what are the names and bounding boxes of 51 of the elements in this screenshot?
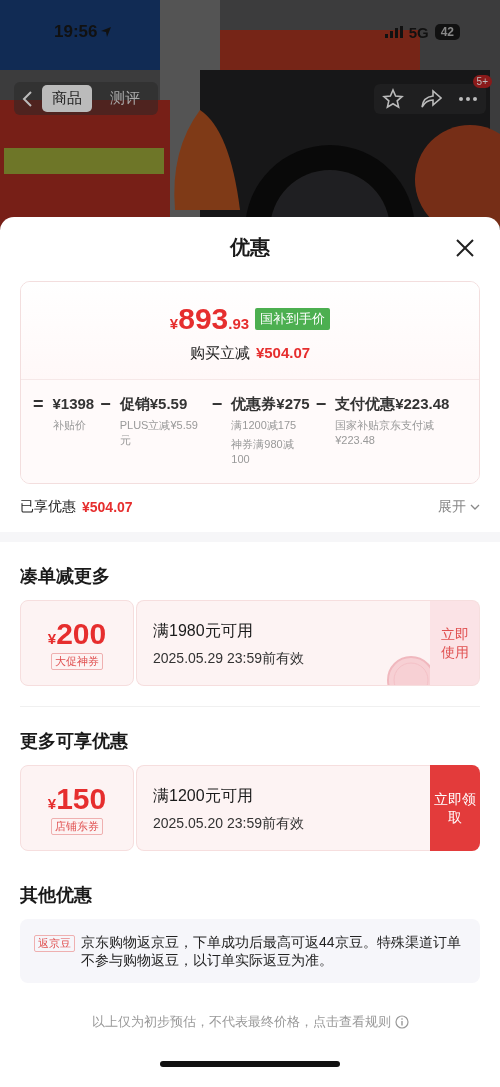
enjoyed-label: 已享优惠	[20, 498, 76, 516]
breakdown-amount: 支付优惠¥223.48	[335, 394, 451, 414]
expand-button[interactable]: 展开	[438, 498, 480, 516]
coupon-amount: ¥200	[47, 616, 107, 651]
coupon-action-button[interactable]: 立即使用	[430, 600, 480, 686]
breakdown-note: 满1200减175	[231, 418, 298, 433]
chevron-down-icon	[470, 504, 480, 510]
nav-tab[interactable]: 商品	[42, 85, 92, 112]
coupon-validity: 2025.05.20 23:59前有效	[153, 815, 305, 833]
breakdown-note: PLUS立减¥5.59元	[119, 418, 199, 448]
share-icon[interactable]	[420, 88, 442, 109]
nav-tab[interactable]: 测评	[100, 85, 150, 112]
sheet-title: 优惠	[230, 234, 270, 260]
coupon-condition: 满1980元可用	[153, 621, 254, 641]
breakdown-amount: 优惠券¥275	[231, 394, 310, 414]
coupon-validity: 2025.05.29 23:59前有效	[153, 650, 305, 668]
reduction-amount: ¥504.07	[255, 344, 311, 363]
operator: −	[315, 394, 328, 416]
network-label: 5G	[408, 23, 429, 41]
price-tag: 国补到手价	[255, 308, 331, 330]
final-price: ¥893.93	[169, 302, 250, 336]
breakdown-note: 补贴价	[52, 418, 87, 433]
operator: −	[100, 394, 112, 416]
breakdown-amount: ¥1398	[52, 394, 95, 414]
more-icon[interactable]	[458, 95, 478, 102]
section-title: 更多可享优惠	[20, 730, 129, 753]
coupon-tag: 大促神券	[51, 652, 103, 670]
rebate-tag: 返京豆	[34, 935, 75, 952]
coupon-condition: 满1200元可用	[153, 786, 254, 806]
section-title: 其他优惠	[20, 884, 93, 907]
battery-indicator: 42	[434, 24, 460, 40]
section-title: 凑单减更多	[20, 565, 111, 588]
reduction-label: 购买立减	[189, 344, 250, 363]
coupon-tag: 店铺东券	[51, 817, 103, 835]
disclaimer-link[interactable]: 以上仅为初步预估，不代表最终价格，点击查看规则	[91, 1013, 391, 1031]
breakdown-amount: 促销¥5.59	[119, 394, 189, 414]
rebate-text: 京东购物返京豆，下单成功后最高可返44京豆。特殊渠道订单不参与购物返豆，以订单实际返豆为准。	[81, 933, 462, 969]
back-icon[interactable]	[22, 89, 34, 108]
operator: =	[33, 394, 45, 416]
coupon-amount: ¥150	[47, 781, 107, 816]
location-arrow-icon	[100, 26, 113, 38]
status-time: 19:56	[54, 22, 98, 42]
star-icon[interactable]	[382, 87, 404, 110]
close-icon[interactable]	[456, 239, 474, 257]
coupon-action-button[interactable]: 立即领取	[430, 765, 480, 851]
operator: −	[211, 394, 224, 416]
breakdown-note: 国家补贴京东支付减¥223.48	[335, 418, 436, 448]
info-icon[interactable]	[394, 1015, 409, 1029]
signal-icon	[384, 26, 403, 38]
breakdown-note: 神券满980减100	[231, 437, 295, 467]
enjoyed-amount: ¥504.07	[82, 499, 133, 515]
